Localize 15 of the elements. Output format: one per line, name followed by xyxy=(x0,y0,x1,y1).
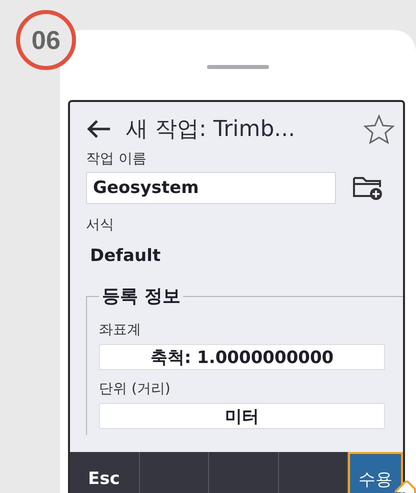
value-field[interactable]: 축척: 1.0000000000 xyxy=(99,344,385,370)
star-icon[interactable] xyxy=(363,114,395,144)
job-name-field[interactable]: Geosystem xyxy=(86,172,336,204)
softkey-button[interactable]: 수용 xyxy=(348,452,403,493)
folder-add-icon[interactable] xyxy=(352,175,384,201)
field-label: 좌표계 xyxy=(99,321,141,339)
window-title: 새 작업: Trimb... xyxy=(126,116,296,144)
step-number-badge: 06 xyxy=(16,10,76,70)
field-label: 서식 xyxy=(86,216,114,234)
drag-handle[interactable] xyxy=(207,65,269,69)
field-label: 단위 (거리) xyxy=(99,380,170,398)
value-field[interactable]: 미터 xyxy=(99,403,385,429)
field-label: 작업 이름 xyxy=(86,150,146,168)
back-arrow-icon[interactable] xyxy=(86,119,112,139)
template-value[interactable]: Default xyxy=(90,246,161,266)
